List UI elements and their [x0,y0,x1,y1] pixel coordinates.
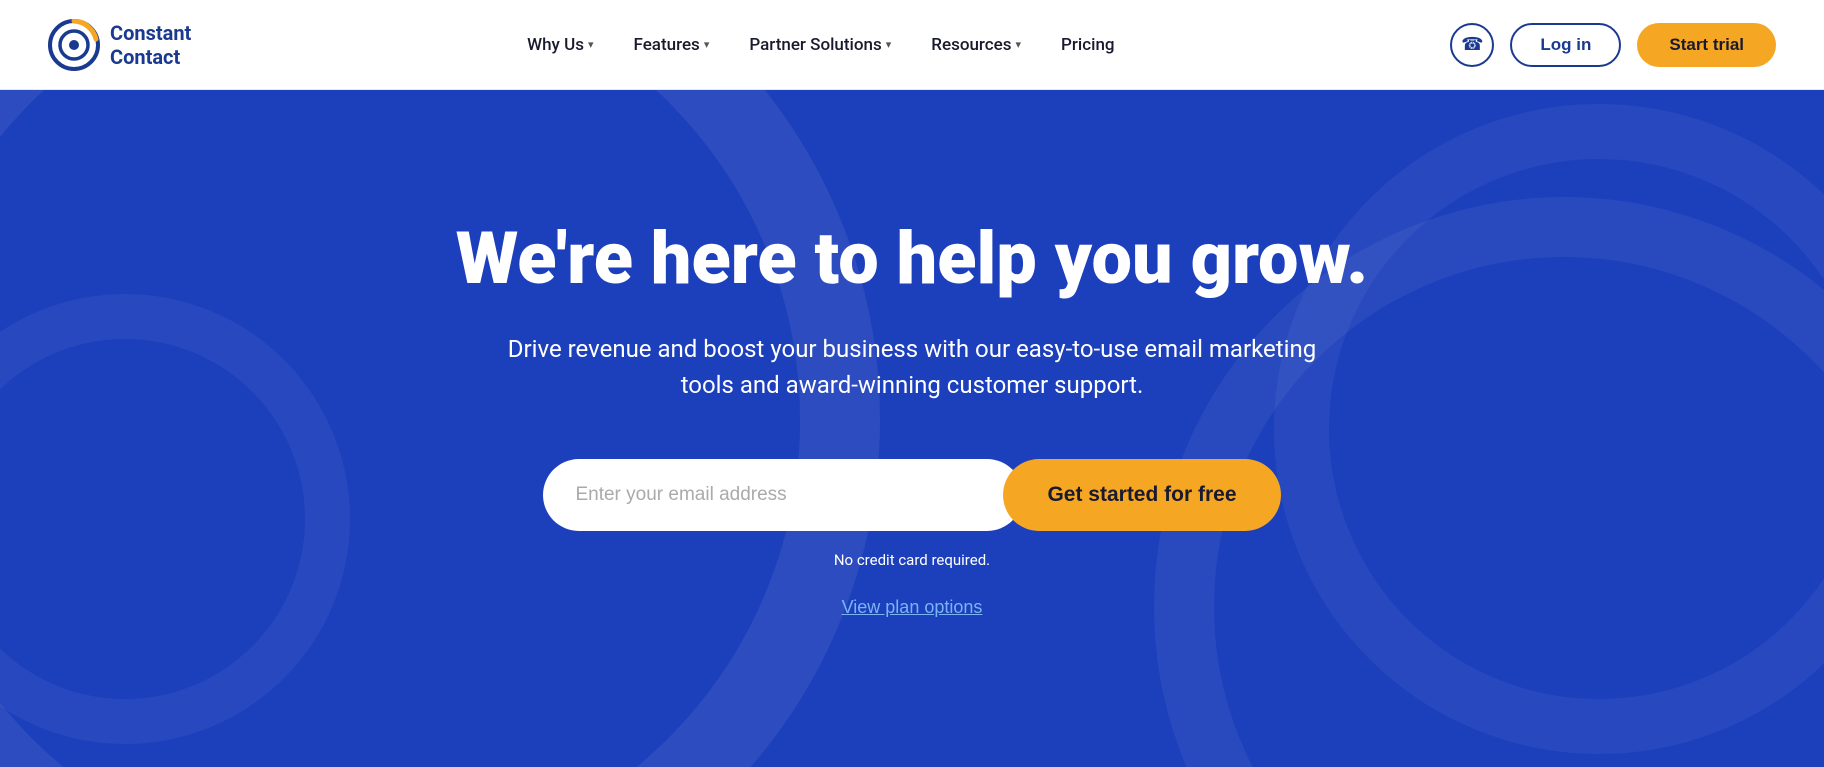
login-button[interactable]: Log in [1510,23,1621,67]
chevron-down-icon: ▾ [704,38,710,51]
nav-item-why-us[interactable]: Why Us ▾ [511,27,609,63]
nav-item-partner-solutions[interactable]: Partner Solutions ▾ [733,27,907,63]
logo-icon [48,19,100,71]
logo-text-line1: Constant [110,21,191,45]
hero-content: We're here to help you grow. Drive reven… [456,219,1368,617]
hero-title: We're here to help you grow. [456,219,1368,298]
logo-link[interactable]: Constant Contact [48,19,191,71]
hero-form: Get started for free [456,459,1368,531]
hero-decoration-circle-left [0,294,350,744]
hero-subtitle: Drive revenue and boost your business wi… [482,331,1342,403]
no-credit-text: No credit card required. [456,551,1368,569]
chevron-down-icon: ▾ [886,38,892,51]
nav-item-features[interactable]: Features ▾ [618,27,726,63]
nav-actions: ☎ Log in Start trial [1450,23,1776,67]
nav-item-pricing[interactable]: Pricing [1045,27,1131,63]
hero-section: We're here to help you grow. Drive reven… [0,90,1824,767]
phone-button[interactable]: ☎ [1450,23,1494,67]
get-started-button[interactable]: Get started for free [1003,459,1280,531]
logo-text-line2: Contact [110,45,191,69]
nav-links: Why Us ▾ Features ▾ Partner Solutions ▾ … [511,27,1130,63]
navbar: Constant Contact Why Us ▾ Features ▾ Par… [0,0,1824,90]
chevron-down-icon: ▾ [588,38,594,51]
chevron-down-icon: ▾ [1016,38,1022,51]
start-trial-button[interactable]: Start trial [1637,23,1776,67]
nav-item-resources[interactable]: Resources ▾ [915,27,1037,63]
email-input[interactable] [543,459,1023,531]
view-plans-link[interactable]: View plan options [842,597,983,618]
phone-icon: ☎ [1461,34,1483,55]
